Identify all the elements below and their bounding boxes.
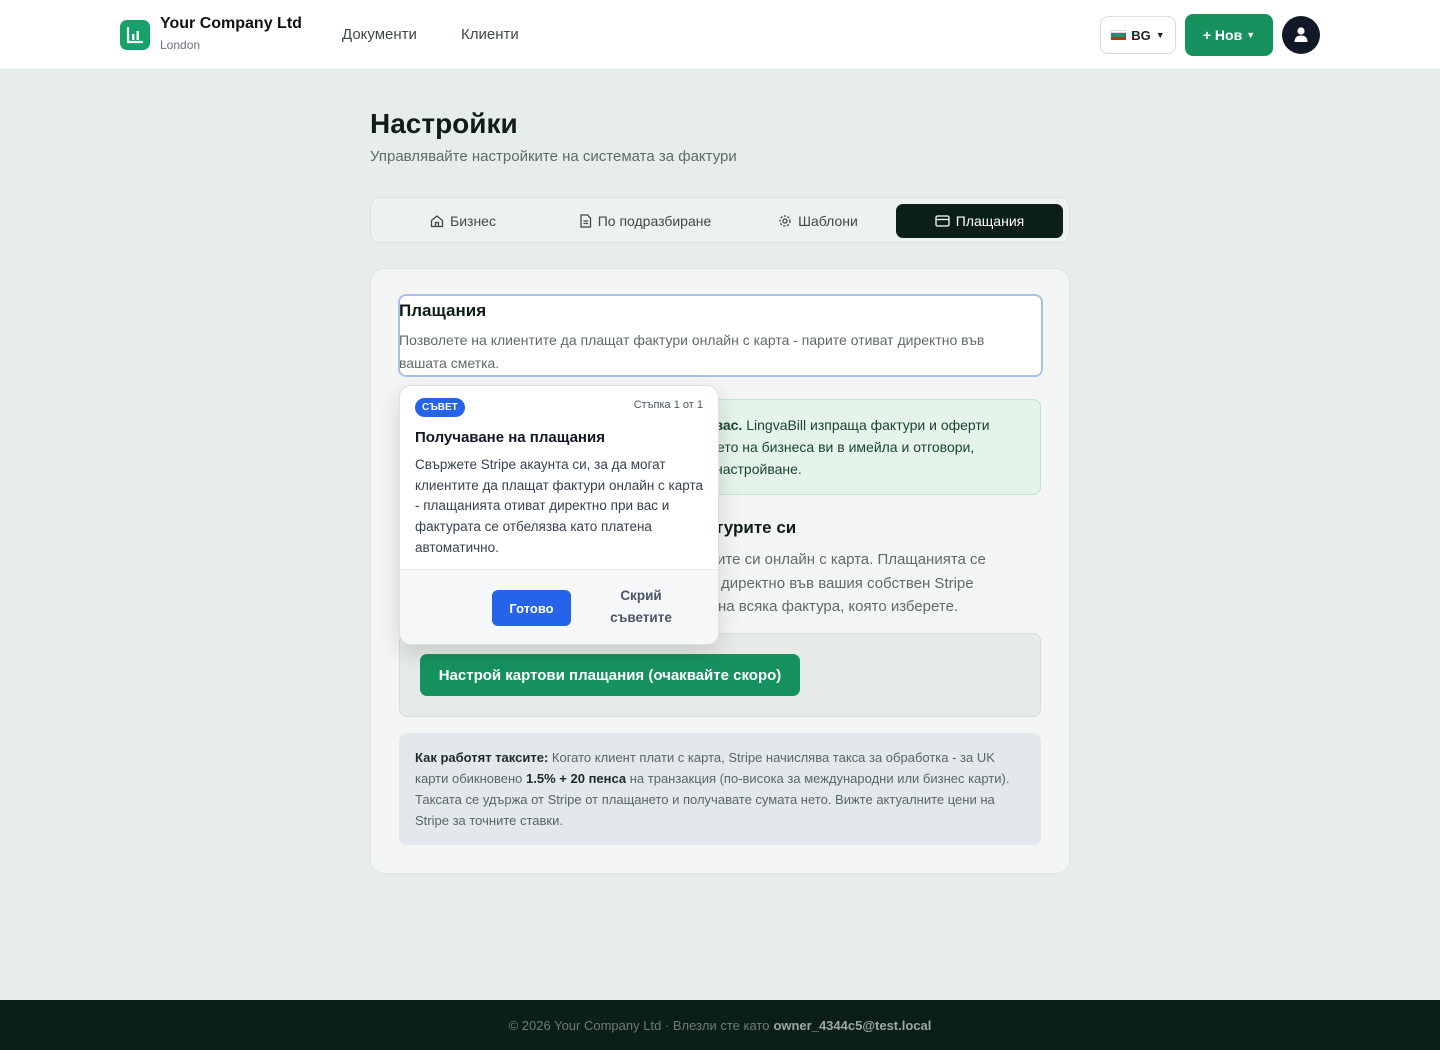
page-footer: © 2026 Your Company Ltd · Влезли сте кат… [0, 1000, 1440, 1050]
footer-user: owner_4344c5@test.local [773, 1017, 932, 1033]
info-line-1: LingvaBill изпраща фактури и оферти [746, 417, 990, 433]
nav-clients[interactable]: Клиенти [461, 26, 519, 43]
payments-section-description: Позволете на клиентите да плащат фактури… [399, 332, 985, 371]
new-button-label: + Нов [1202, 27, 1243, 43]
user-avatar[interactable] [1282, 16, 1320, 54]
tab-label: Бизнес [450, 213, 496, 229]
tab-label: По подразбиране [597, 213, 712, 229]
setup-card-payments-button[interactable]: Настрой картови плащания (очаквайте скор… [420, 654, 800, 696]
tab-templates[interactable]: Шаблони [743, 204, 893, 238]
tab-label: Шаблони [798, 213, 858, 229]
language-label: BG [1131, 27, 1151, 43]
bulgaria-flag-icon [1111, 30, 1127, 40]
gear-icon [779, 215, 791, 227]
bar-chart-icon [126, 26, 144, 44]
document-icon [580, 214, 591, 228]
credit-card-icon [935, 215, 950, 227]
card-payments-subtitle: турите си [715, 518, 797, 537]
settings-tabs: Бизнес По подразбиране Шаблони Плащания [370, 197, 1070, 243]
fees-bold-label: Как работят таксите: [415, 750, 549, 765]
user-icon [1294, 27, 1308, 42]
company-logo[interactable] [120, 20, 150, 50]
language-selector[interactable]: BG ▼ [1100, 16, 1176, 54]
home-icon [430, 215, 444, 228]
page-title: Настройки [370, 108, 518, 139]
page-subtitle: Управлявайте настройките на системата за… [370, 148, 737, 165]
tab-business[interactable]: Бизнес [379, 204, 547, 238]
top-header: Your Company Ltd London Документи Клиент… [0, 0, 1440, 70]
tab-defaults[interactable]: По подразбиране [555, 204, 735, 238]
tip-badge: СЪВЕТ [415, 398, 465, 417]
company-city: London [160, 38, 201, 52]
fees-info-text: Как работят таксите: Когато клиент плати… [415, 747, 1027, 831]
chevron-down-icon: ▼ [1246, 30, 1256, 40]
tip-done-button[interactable]: Готово [492, 590, 571, 626]
tab-payments[interactable]: Плащания [896, 204, 1063, 238]
company-name[interactable]: Your Company Ltd [160, 15, 302, 33]
footer-text: © 2026 Your Company Ltd · Влезли сте кат… [508, 1017, 770, 1033]
chevron-down-icon: ▼ [1155, 30, 1165, 40]
tip-step-counter: Стъпка 1 от 1 [633, 399, 703, 411]
fees-highlight: 1.5% + 20 пенса [526, 771, 627, 786]
tip-footer: Готово Скрий съветите [400, 569, 718, 644]
tab-label: Плащания [955, 213, 1025, 229]
hide-tips-button[interactable]: Скрий съветите [595, 585, 687, 629]
new-document-button[interactable]: + Нов ▼ [1185, 14, 1273, 56]
tip-popover: СЪВЕТ Стъпка 1 от 1 Получаване на плащан… [399, 385, 719, 645]
payments-section-title: Плащания [399, 301, 487, 320]
tip-title: Получаване на плащания [415, 429, 605, 446]
nav-documents[interactable]: Документи [342, 26, 417, 43]
tip-body: Свържете Stripe акаунта си, за да могат … [415, 457, 704, 555]
